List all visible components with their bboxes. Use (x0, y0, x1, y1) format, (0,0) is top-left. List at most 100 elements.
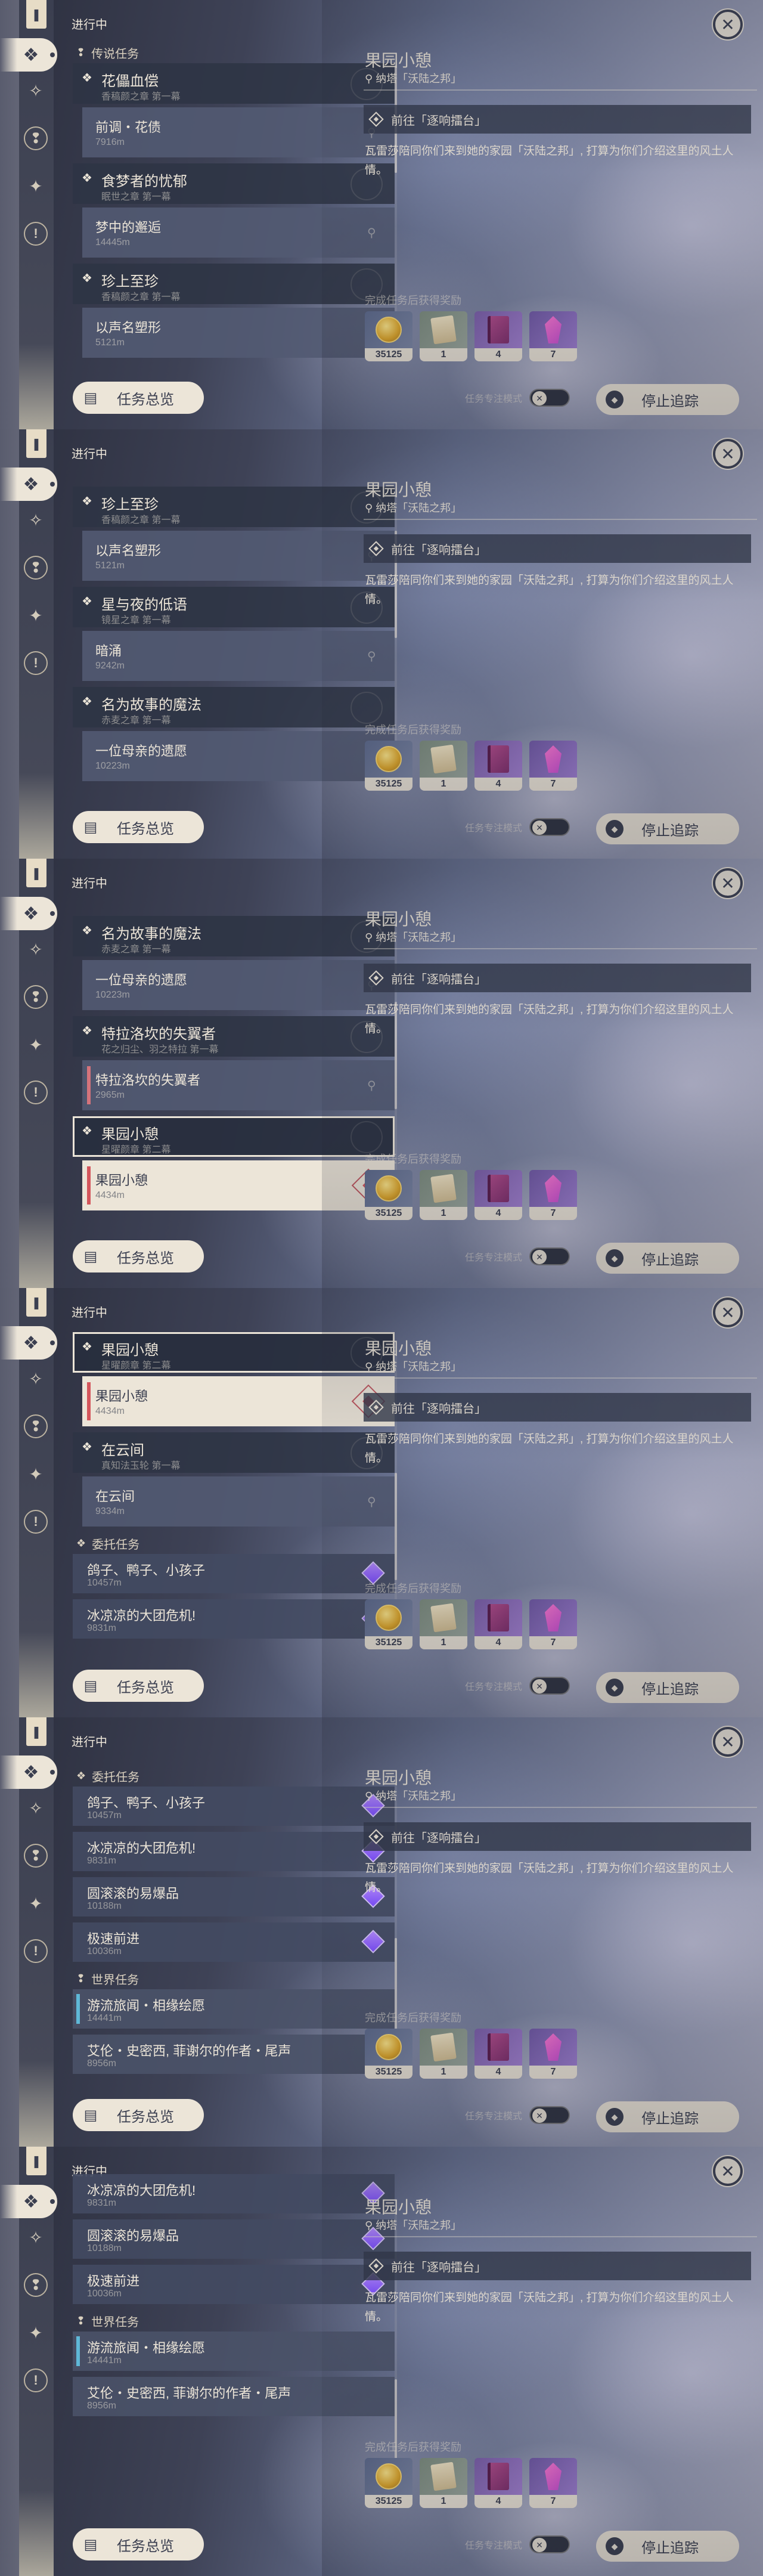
commission-item[interactable]: 极速前进 10036m (73, 1922, 395, 1962)
commission-item[interactable]: 鸽子、鸭子、小孩子 10457m (73, 1554, 395, 1593)
reward-crystal[interactable]: 7 (529, 2458, 577, 2508)
stop-tracking-button[interactable]: ◆ 停止追踪 (596, 384, 739, 415)
close-button[interactable]: ✕ (713, 2156, 743, 2186)
tab-story-icon[interactable]: ❢ (24, 2273, 48, 2297)
quest-step[interactable]: 以声名塑形5121m⚲ (82, 531, 395, 581)
reward-mora[interactable]: 35125 (365, 1170, 412, 1220)
tab-all-quests[interactable]: ❖ (0, 2185, 57, 2218)
stop-tracking-button[interactable]: ◆ 停止追踪 (596, 1672, 739, 1703)
tab-story-icon[interactable]: ❢ (24, 1414, 48, 1438)
stop-tracking-button[interactable]: ◆ 停止追踪 (596, 2101, 739, 2132)
commission-item[interactable]: 极速前进 10036m (73, 2265, 395, 2304)
world-quest-item[interactable]: 艾伦・史密西, 菲谢尔的作者・尾声 8956m (73, 2035, 395, 2074)
stop-tracking-button[interactable]: ◆ 停止追踪 (596, 2531, 739, 2562)
tab-commission-icon[interactable]: ! (24, 1939, 48, 1963)
focus-mode-toggle[interactable]: 任务专注模式 ✕ (465, 2535, 570, 2553)
reward-mora[interactable]: 35125 (365, 311, 412, 361)
reward-crystal[interactable]: 7 (529, 1599, 577, 1649)
reward-scroll[interactable]: 1 (420, 1599, 467, 1649)
world-quest-item[interactable]: 艾伦・史密西, 菲谢尔的作者・尾声 8956m (73, 2377, 395, 2416)
tab-story-icon[interactable]: ❢ (24, 556, 48, 580)
tab-story-icon[interactable]: ❢ (24, 985, 48, 1009)
quest-overview-button[interactable]: ▤ 任务总览 (73, 811, 204, 843)
reward-crystal[interactable]: 7 (529, 1170, 577, 1220)
reward-book[interactable]: 4 (474, 2458, 522, 2508)
stop-tracking-button[interactable]: ◆ 停止追踪 (596, 813, 739, 844)
quest-step[interactable]: 梦中的邂逅 14445m ⚲ (82, 208, 395, 258)
quest-overview-button[interactable]: ▤ 任务总览 (73, 2099, 204, 2131)
quest-book-icon[interactable]: ❚ (26, 859, 46, 887)
close-button[interactable]: ✕ (713, 1727, 743, 1757)
quest-step[interactable]: 在云间 9334m ⚲ (82, 1476, 395, 1527)
commission-item[interactable]: 圆滚滚的易爆品 10188m (73, 1877, 395, 1916)
commission-item[interactable]: 圆滚滚的易爆品 10188m (73, 2219, 395, 2259)
tab-archon-icon[interactable]: ✧ (24, 2225, 48, 2249)
reward-book[interactable]: 4 (474, 1599, 522, 1649)
world-quest-item[interactable]: 游流旅闻・相缘绘愿 14441m (73, 1989, 395, 2029)
commission-item[interactable]: 冰凉凉的大团危机! 9831m (73, 1599, 395, 1639)
reward-crystal[interactable]: 7 (529, 2029, 577, 2079)
quest-item-selected[interactable]: ❖ 果园小憩 星曜颜章 第二幕 (73, 1332, 395, 1373)
quest-step-tracked[interactable]: 果园小憩 4434m (82, 1376, 395, 1426)
focus-mode-toggle[interactable]: 任务专注模式 ✕ (465, 1247, 570, 1265)
tab-archon-icon[interactable]: ✧ (24, 79, 48, 103)
quest-book-icon[interactable]: ❚ (26, 1288, 46, 1317)
quest-step-tracked[interactable]: 果园小憩 4434m (82, 1160, 395, 1210)
quest-step[interactable]: 暗涌 9242m ⚲ (82, 631, 395, 681)
close-button[interactable]: ✕ (713, 868, 743, 898)
focus-mode-toggle[interactable]: 任务专注模式 ✕ (465, 818, 570, 836)
tab-commission-icon[interactable]: ! (24, 2368, 48, 2392)
quest-overview-button[interactable]: ▤ 任务总览 (73, 1240, 204, 1272)
reward-scroll[interactable]: 1 (420, 2029, 467, 2079)
reward-book[interactable]: 4 (474, 1170, 522, 1220)
quest-item[interactable]: ❖ 珍上至珍 香稿颜之章 第一幕 (73, 264, 395, 304)
reward-mora[interactable]: 35125 (365, 741, 412, 791)
quest-item[interactable]: ❖ 星与夜的低语 镜星之章 第一幕 (73, 587, 395, 627)
tab-archon-icon[interactable]: ✧ (24, 1367, 48, 1391)
quest-step[interactable]: 前调・花债7916m⚲ (82, 107, 395, 157)
reward-mora[interactable]: 35125 (365, 1599, 412, 1649)
tab-commission-icon[interactable]: ! (24, 1080, 48, 1104)
close-button[interactable]: ✕ (713, 439, 743, 469)
world-quest-item[interactable]: 游流旅闻・相缘绘愿 14441m (73, 2332, 395, 2371)
quest-overview-button[interactable]: ▤ 任务总览 (73, 1670, 204, 1702)
reward-scroll[interactable]: 1 (420, 2458, 467, 2508)
quest-book-icon[interactable]: ❚ (26, 2147, 46, 2175)
focus-mode-toggle[interactable]: 任务专注模式 ✕ (465, 389, 570, 407)
tab-story-icon[interactable]: ❢ (24, 126, 48, 150)
quest-item[interactable]: ❖ 名为故事的魔法 赤麦之章 第一幕 (73, 916, 395, 956)
quest-item[interactable]: ❖ 特拉洛坎的失翼者 花之归尘、羽之特拉 第一幕 (73, 1016, 395, 1057)
reward-scroll[interactable]: 1 (420, 311, 467, 361)
quest-step[interactable]: 一位母亲的遗愿10223m⚲ (82, 960, 395, 1010)
close-button[interactable]: ✕ (713, 1298, 743, 1327)
quest-step[interactable]: 特拉洛坎的失翼者 2965m ⚲ (82, 1060, 395, 1110)
focus-mode-toggle[interactable]: 任务专注模式 ✕ (465, 1677, 570, 1695)
quest-book-icon[interactable]: ❚ (26, 0, 46, 29)
quest-step[interactable]: 以声名塑形5121m⚲ (82, 308, 395, 358)
tab-all-quests[interactable]: ❖ (0, 1326, 57, 1360)
reward-mora[interactable]: 35125 (365, 2458, 412, 2508)
tab-world-icon[interactable]: ✦ (24, 2321, 48, 2345)
reward-scroll[interactable]: 1 (420, 1170, 467, 1220)
tab-world-icon[interactable]: ✦ (24, 603, 48, 627)
quest-overview-button[interactable]: ▤ 任务总览 (73, 382, 204, 414)
tab-commission-icon[interactable]: ! (24, 651, 48, 675)
close-button[interactable]: ✕ (713, 10, 743, 39)
quest-item[interactable]: ❖ 花儡血偿 香稿颜之章 第一幕 (73, 63, 395, 104)
quest-book-icon[interactable]: ❚ (26, 1717, 46, 1746)
tab-all-quests[interactable]: ❖ (0, 38, 57, 72)
focus-mode-toggle[interactable]: 任务专注模式 ✕ (465, 2106, 570, 2124)
tab-all-quests[interactable]: ❖ (0, 467, 57, 501)
reward-scroll[interactable]: 1 (420, 741, 467, 791)
quest-item-selected[interactable]: ❖ 果园小憩 星曜颜章 第二幕 (73, 1116, 395, 1157)
quest-overview-button[interactable]: ▤ 任务总览 (73, 2528, 204, 2560)
tab-commission-icon[interactable]: ! (24, 1510, 48, 1534)
quest-item[interactable]: ❖ 食梦者的忧郁 眠世之章 第一幕 (73, 163, 395, 204)
tab-world-icon[interactable]: ✦ (24, 1891, 48, 1915)
tab-archon-icon[interactable]: ✧ (24, 937, 48, 961)
reward-book[interactable]: 4 (474, 741, 522, 791)
tab-commission-icon[interactable]: ! (24, 222, 48, 246)
reward-crystal[interactable]: 7 (529, 311, 577, 361)
stop-tracking-button[interactable]: ◆ 停止追踪 (596, 1243, 739, 1274)
quest-item[interactable]: ❖ 珍上至珍 香稿颜之章 第一幕 (73, 487, 395, 527)
